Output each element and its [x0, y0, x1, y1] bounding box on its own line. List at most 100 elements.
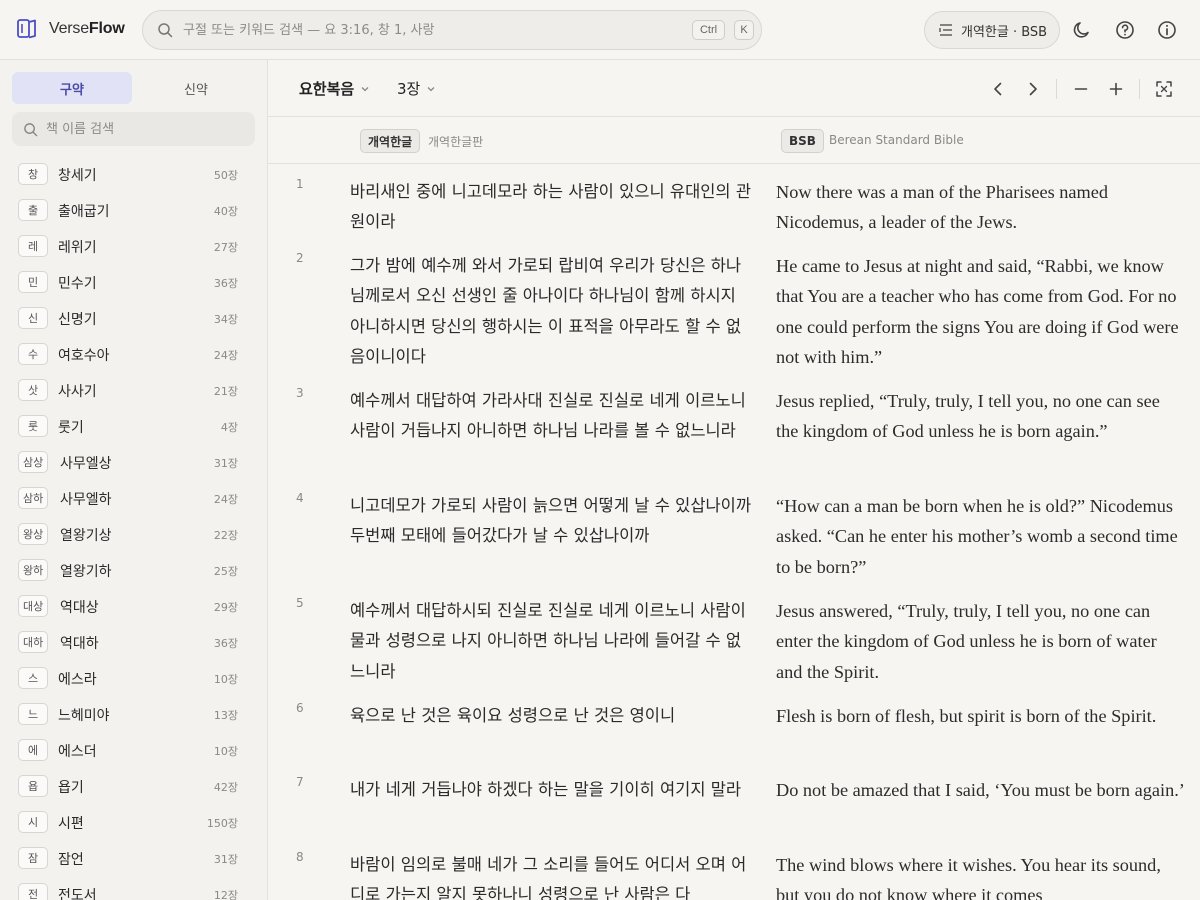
sidebar-book-item[interactable]: 대상 역대상 29장 — [0, 588, 267, 624]
sidebar-book-item[interactable]: 왕하 열왕기하 25장 — [0, 552, 267, 588]
prev-chapter-icon[interactable] — [988, 79, 1008, 99]
book-abbreviation: 왕하 — [18, 559, 49, 581]
book-abbreviation: 민 — [18, 271, 48, 293]
book-name: 사사기 — [58, 384, 97, 400]
book-chapter-count: 13장 — [213, 709, 238, 722]
book-chapter-count: 150장 — [206, 817, 238, 830]
testament-tabs: 구약 신약 — [12, 72, 256, 104]
book-abbreviation: 욥 — [18, 775, 48, 797]
sidebar-book-item[interactable]: 욥 욥기 42장 — [0, 768, 267, 804]
tab-new-testament[interactable]: 신약 — [136, 72, 256, 104]
sidebar-book-item[interactable]: 대하 역대하 36장 — [0, 624, 267, 660]
verse-number: 2 — [296, 251, 304, 265]
book-chapter-count: 21장 — [213, 385, 238, 398]
book-abbreviation: 레 — [18, 235, 48, 257]
book-name: 시편 — [58, 816, 84, 832]
sidebar-book-item[interactable]: 삿 사사기 21장 — [0, 372, 267, 408]
book-name: 에스더 — [58, 744, 97, 760]
sidebar-book-item[interactable]: 삼상 사무엘상 31장 — [0, 444, 267, 480]
book-abbreviation: 전 — [18, 883, 48, 900]
app-logo[interactable]: VerseFlow — [16, 18, 125, 40]
verse-text-english: Flesh is born of flesh, but spirit is bo… — [776, 706, 1157, 726]
search-icon — [24, 122, 38, 136]
book-name: 창세기 — [58, 168, 97, 184]
search-icon — [158, 23, 173, 38]
verse-search-bar[interactable]: Ctrl K — [142, 10, 762, 50]
chapter-selector-label: 3장 — [397, 80, 421, 98]
sidebar-book-item[interactable]: 전 전도서 12장 — [0, 876, 267, 900]
shortcut-ctrl-key: Ctrl — [692, 20, 725, 40]
book-chapter-count: 22장 — [213, 529, 238, 542]
book-abbreviation: 시 — [18, 811, 48, 833]
book-chapter-count: 40장 — [213, 205, 238, 218]
verse-text-english: Now there was a man of the Pharisees nam… — [776, 182, 1108, 233]
help-icon[interactable] — [1114, 19, 1136, 41]
verse-search-input[interactable] — [183, 22, 663, 38]
sidebar-book-item[interactable]: 신 신명기 34장 — [0, 300, 267, 336]
tab-old-testament[interactable]: 구약 — [12, 72, 132, 104]
book-search-input[interactable] — [46, 121, 236, 137]
font-decrease-icon[interactable] — [1071, 79, 1091, 99]
book-name: 민수기 — [58, 276, 97, 292]
chevron-down-icon — [427, 86, 435, 91]
book-chapter-count: 31장 — [213, 457, 238, 470]
verse-number: 6 — [296, 701, 304, 715]
book-chapter-count: 34장 — [213, 313, 238, 326]
book-selector[interactable]: 요한복음 — [299, 78, 370, 99]
font-increase-icon[interactable] — [1106, 79, 1126, 99]
sidebar-book-item[interactable]: 느 느헤미야 13장 — [0, 696, 267, 732]
book-name: 룻기 — [58, 420, 84, 436]
next-chapter-icon[interactable] — [1023, 79, 1043, 99]
book-name: 역대상 — [60, 600, 99, 616]
sidebar-book-item[interactable]: 창 창세기 50장 — [0, 156, 267, 192]
book-abbreviation: 왕상 — [18, 523, 49, 545]
shortcut-k-key: K — [734, 20, 754, 40]
translation-name-korean: 개역한글판 — [428, 135, 484, 149]
book-chapter-count: 36장 — [213, 637, 238, 650]
translation-badge-korean: 개역한글 — [360, 129, 421, 153]
info-icon[interactable] — [1156, 19, 1178, 41]
toolbar-divider — [1056, 79, 1057, 99]
translation-select-button[interactable]: 개역한글 · BSB — [924, 11, 1060, 49]
book-abbreviation: 수 — [18, 343, 48, 365]
sidebar-book-item[interactable]: 레 레위기 27장 — [0, 228, 267, 264]
verse-text-english: “How can a man be born when he is old?” … — [776, 496, 1178, 577]
book-name: 잠언 — [58, 852, 84, 868]
book-abbreviation: 삿 — [18, 379, 48, 401]
book-abbreviation: 삼하 — [18, 487, 49, 509]
book-logo-icon — [17, 19, 36, 39]
app-name: VerseFlow — [49, 20, 125, 37]
book-abbreviation: 에 — [18, 739, 48, 761]
chapter-selector[interactable]: 3장 — [397, 78, 436, 99]
book-chapter-count: 10장 — [213, 673, 238, 686]
translation-name-english: Berean Standard Bible — [829, 133, 964, 147]
sidebar-book-item[interactable]: 잠 잠언 31장 — [0, 840, 267, 876]
sidebar-book-item[interactable]: 왕상 열왕기상 22장 — [0, 516, 267, 552]
verse-text-korean: 예수께서 대답하여 가라사대 진실로 진실로 네게 이르노니 사람이 거듭나지 … — [350, 391, 746, 441]
book-name: 레위기 — [58, 240, 97, 256]
book-chapter-count: 42장 — [213, 781, 238, 794]
sidebar-book-item[interactable]: 시 시편 150장 — [0, 804, 267, 840]
book-name: 에스라 — [58, 672, 97, 688]
reader-main: 요한복음 3장 개역한글 개역한글판 BSB Berean Standard B… — [268, 60, 1200, 900]
verse-text-korean: 바리새인 중에 니고데모라 하는 사람이 있으니 유대인의 관원이라 — [350, 182, 752, 232]
book-abbreviation: 잠 — [18, 847, 48, 869]
sidebar-book-item[interactable]: 수 여호수아 24장 — [0, 336, 267, 372]
sidebar-book-item[interactable]: 에 에스더 10장 — [0, 732, 267, 768]
book-name: 역대하 — [60, 636, 99, 652]
book-chapter-count: 27장 — [213, 241, 238, 254]
book-chapter-count: 12장 — [213, 889, 238, 900]
verse-number: 1 — [296, 177, 304, 191]
sidebar-book-item[interactable]: 민 민수기 36장 — [0, 264, 267, 300]
translation-column-header: 개역한글 개역한글판 BSB Berean Standard Bible — [268, 117, 1200, 164]
fullscreen-icon[interactable] — [1154, 79, 1174, 99]
sidebar-book-item[interactable]: 룻 룻기 4장 — [0, 408, 267, 444]
book-abbreviation: 스 — [18, 667, 48, 689]
theme-moon-icon[interactable] — [1071, 19, 1093, 41]
sidebar-book-item[interactable]: 출 출애굽기 40장 — [0, 192, 267, 228]
book-search-box[interactable] — [12, 112, 255, 146]
book-chapter-count: 50장 — [213, 169, 238, 182]
sidebar-book-item[interactable]: 삼하 사무엘하 24장 — [0, 480, 267, 516]
book-name: 출애굽기 — [58, 204, 110, 220]
sidebar-book-item[interactable]: 스 에스라 10장 — [0, 660, 267, 696]
